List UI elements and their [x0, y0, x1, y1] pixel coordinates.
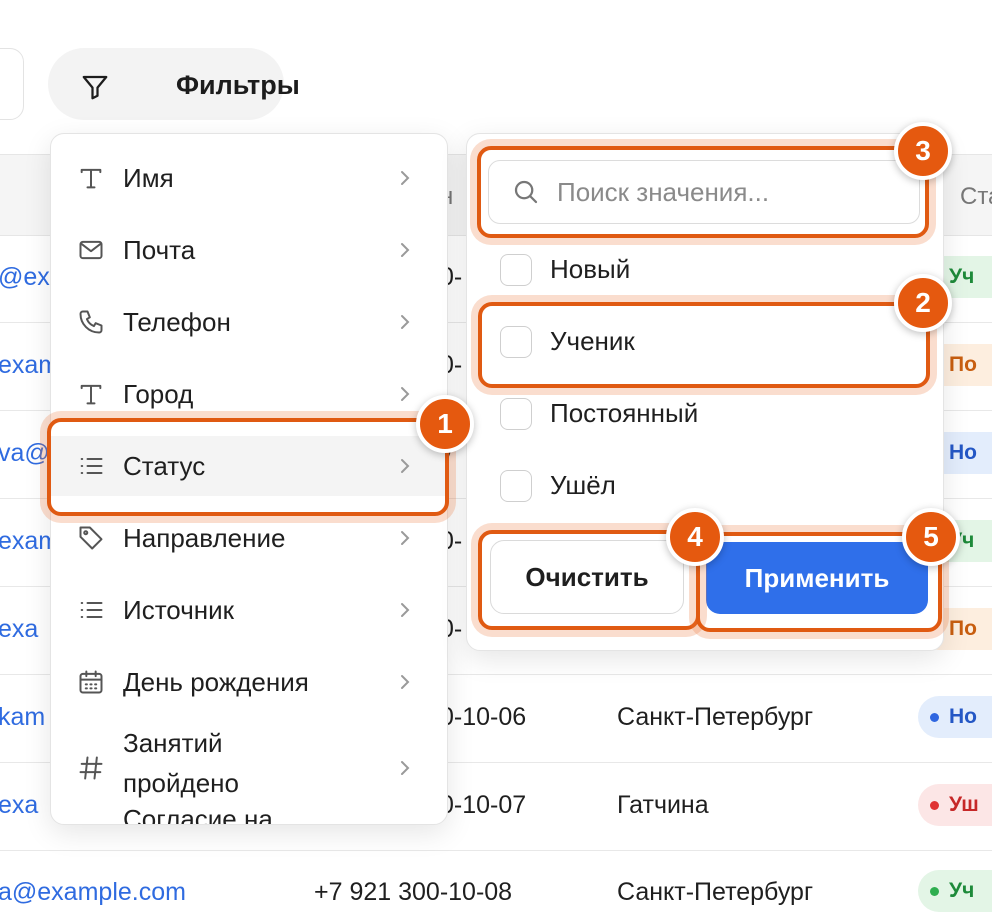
phone-icon: [79, 310, 103, 334]
menu-item-status[interactable]: Статус: [51, 436, 447, 496]
menu-item-city[interactable]: Город: [51, 364, 447, 424]
value-search-box[interactable]: [488, 160, 920, 224]
list-icon: [80, 602, 103, 618]
menu-item-consent[interactable]: Согласие на: [51, 804, 447, 824]
callout-marker-3: 3: [894, 122, 952, 180]
list-icon: [80, 458, 103, 474]
filters-button[interactable]: Фильтры: [48, 48, 300, 120]
callout-marker-5: 5: [902, 508, 960, 566]
filter-field-menu: Имя Почта Телефон Город Статус Направлен…: [50, 133, 448, 825]
menu-item-name[interactable]: Имя: [51, 148, 447, 208]
row-email[interactable]: kam: [0, 703, 45, 732]
menu-item-birthday[interactable]: День рождения: [51, 652, 447, 712]
filter-icon: [82, 75, 108, 100]
chevron-right-icon: [401, 243, 410, 257]
text-icon: [80, 384, 102, 405]
row-phone: 0-10-07: [440, 791, 527, 819]
row-city: Санкт-Петербург: [617, 878, 814, 906]
chevron-right-icon: [401, 387, 410, 401]
menu-item-email[interactable]: Почта: [51, 220, 447, 280]
status-badge: Уч: [918, 870, 992, 912]
search-field-partial[interactable]: [0, 48, 24, 120]
status-badge: Но: [918, 696, 992, 738]
row-email[interactable]: a@example.com: [0, 878, 186, 907]
menu-item-lessons-completed[interactable]: Занятий пройдено: [51, 728, 447, 808]
checkbox[interactable]: [500, 254, 532, 286]
row-phone: +7 921 300-10-08: [314, 878, 513, 906]
filters-label: Фильтры: [176, 70, 300, 100]
callout-marker-1: 1: [416, 395, 474, 453]
row-city: Гатчина: [617, 791, 709, 819]
row-city: Санкт-Петербург: [617, 703, 814, 731]
chevron-right-icon: [401, 459, 410, 473]
tag-icon: [79, 526, 103, 550]
chevron-right-icon: [401, 603, 410, 617]
row-email[interactable]: exa: [0, 791, 38, 820]
callout-marker-4: 4: [666, 508, 724, 566]
clear-button[interactable]: Очистить: [490, 540, 684, 614]
chevron-right-icon: [401, 315, 410, 329]
status-badge: Уш: [918, 784, 992, 826]
menu-item-direction[interactable]: Направление: [51, 508, 447, 568]
search-icon: [514, 180, 538, 204]
menu-item-phone[interactable]: Телефон: [51, 292, 447, 352]
checkbox[interactable]: [500, 398, 532, 430]
hash-icon: [79, 756, 103, 780]
column-header-status: Ста: [960, 183, 992, 210]
value-search-input[interactable]: [555, 173, 899, 211]
checkbox[interactable]: [500, 470, 532, 502]
row-phone: 0-10-06: [440, 703, 527, 731]
calendar-icon: [79, 670, 103, 694]
chevron-right-icon: [401, 531, 410, 545]
text-icon: [80, 168, 102, 189]
row-email[interactable]: va@: [0, 439, 50, 468]
row-divider: [0, 850, 992, 851]
checkbox[interactable]: [500, 326, 532, 358]
row-email[interactable]: exa: [0, 615, 38, 644]
chevron-right-icon: [401, 675, 410, 689]
apply-button[interactable]: Применить: [706, 542, 928, 614]
chevron-right-icon: [401, 761, 410, 775]
chevron-right-icon: [401, 171, 410, 185]
menu-item-source[interactable]: Источник: [51, 580, 447, 640]
callout-marker-2: 2: [894, 274, 952, 332]
mail-icon: [79, 240, 103, 260]
